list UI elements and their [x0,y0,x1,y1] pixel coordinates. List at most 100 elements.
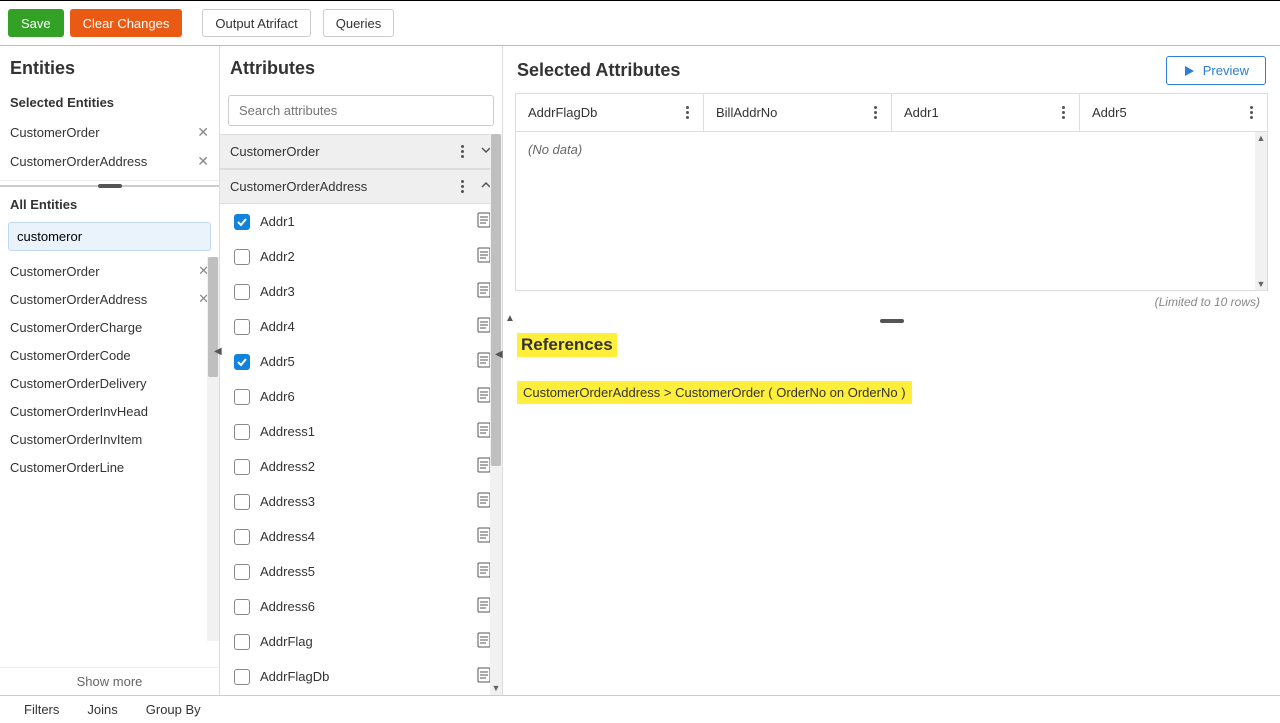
selected-entity-item[interactable]: CustomerOrderAddress ✕ [0,147,219,176]
group-label: CustomerOrder [230,144,320,159]
table-body: (No data) ▲ ▼ [516,132,1267,290]
attribute-row[interactable]: Addr3 [220,274,502,309]
checkbox[interactable] [234,529,250,545]
preview-label: Preview [1203,63,1249,78]
attribute-row[interactable]: Address2 [220,449,502,484]
checkbox[interactable] [234,424,250,440]
attribute-group-header[interactable]: CustomerOrderAddress [220,169,502,204]
tab-joins[interactable]: Joins [87,702,117,717]
attribute-row[interactable]: Addr6 [220,379,502,414]
checkbox[interactable] [234,214,250,230]
attribute-group-header[interactable]: CustomerOrder [220,134,502,169]
entities-scrollbar[interactable] [207,257,219,641]
list-item[interactable]: CustomerOrderInvItem✕ [0,425,219,453]
tab-filters[interactable]: Filters [24,702,59,717]
selected-attributes-title: Selected Attributes [517,60,680,81]
checkbox[interactable] [234,459,250,475]
selected-entities-title: Selected Entities [0,89,219,114]
play-icon [1183,65,1195,77]
table-scrollbar[interactable]: ▲ ▼ [1255,132,1267,290]
entity-label: CustomerOrderCharge [10,320,142,335]
list-item[interactable]: CustomerOrderCode✕ [0,341,219,369]
tab-group-by[interactable]: Group By [146,702,201,717]
entity-label: CustomerOrderDelivery [10,376,147,391]
kebab-icon[interactable] [459,143,466,160]
attribute-row[interactable]: Addr2 [220,239,502,274]
references-section: ◀ References CustomerOrderAddress > Cust… [503,327,1280,410]
scroll-down-icon[interactable]: ▼ [1255,278,1267,290]
attribute-label: Address5 [260,564,315,579]
selected-attributes-header: Selected Attributes Preview [503,46,1280,93]
remove-entity-icon[interactable]: ✕ [197,153,209,170]
right-panel: Selected Attributes Preview AddrFlagDb B… [503,46,1280,695]
entity-label: CustomerOrderInvItem [10,432,142,447]
attribute-label: Addr1 [260,214,295,229]
attribute-row[interactable]: Address1 [220,414,502,449]
selected-entity-item[interactable]: CustomerOrder ✕ [0,118,219,147]
kebab-icon[interactable] [459,178,466,195]
checkbox[interactable] [234,599,250,615]
entities-search-input[interactable] [8,222,211,251]
reference-item[interactable]: CustomerOrderAddress > CustomerOrder ( O… [517,381,912,404]
scroll-down-icon[interactable]: ▼ [490,681,502,695]
attributes-panel: ◀ Attributes CustomerOrder CustomerOrder… [220,46,503,695]
output-artifact-button[interactable]: Output Atrifact [202,9,310,37]
kebab-icon[interactable] [1060,104,1067,121]
checkbox[interactable] [234,564,250,580]
attribute-label: Addr6 [260,389,295,404]
attribute-row[interactable]: Addr1 [220,204,502,239]
column-header[interactable]: Addr5 [1080,94,1267,131]
list-item[interactable]: CustomerOrderLine✕ [0,453,219,481]
attribute-row[interactable]: Addr4 [220,309,502,344]
preview-button[interactable]: Preview [1166,56,1266,85]
show-more-button[interactable]: Show more [0,667,219,695]
list-item[interactable]: CustomerOrderAddress✕ [0,285,219,313]
attribute-label: AddrFlag [260,634,313,649]
remove-entity-icon[interactable]: ✕ [197,124,209,141]
checkbox[interactable] [234,669,250,685]
kebab-icon[interactable] [1248,104,1255,121]
checkbox[interactable] [234,249,250,265]
checkbox[interactable] [234,354,250,370]
column-header[interactable]: AddrFlagDb [516,94,704,131]
checkbox[interactable] [234,319,250,335]
attributes-scrollbar[interactable]: ▼ [490,134,502,695]
attributes-search-input[interactable] [228,95,494,126]
list-item[interactable]: CustomerOrderInvHead✕ [0,397,219,425]
attribute-row[interactable]: Address6 [220,589,502,624]
kebab-icon[interactable] [684,104,691,121]
entity-label: CustomerOrderAddress [10,292,147,307]
horizontal-splitter[interactable] [98,184,122,188]
all-entities-section: All Entities CustomerOrder✕ CustomerOrde… [0,185,219,695]
attribute-row[interactable]: Addr5 [220,344,502,379]
entity-label: CustomerOrder [10,264,100,279]
list-item[interactable]: CustomerOrderDelivery✕ [0,369,219,397]
attribute-label: Address2 [260,459,315,474]
column-header[interactable]: BillAddrNo [704,94,892,131]
collapse-left-icon[interactable]: ◀ [495,349,503,360]
save-button[interactable]: Save [8,9,64,37]
checkbox[interactable] [234,634,250,650]
column-header[interactable]: Addr1 [892,94,1080,131]
list-item[interactable]: CustomerOrderCharge✕ [0,313,219,341]
collapse-up-icon[interactable]: ▲ [505,313,515,324]
attribute-row[interactable]: AddrFlagDb [220,659,502,694]
attribute-row[interactable]: Address4 [220,519,502,554]
clear-changes-button[interactable]: Clear Changes [70,9,183,37]
attribute-label: Address6 [260,599,315,614]
queries-button[interactable]: Queries [323,9,395,37]
attribute-label: AddrFlagDb [260,669,329,684]
kebab-icon[interactable] [872,104,879,121]
checkbox[interactable] [234,389,250,405]
scroll-up-icon[interactable]: ▲ [1255,132,1267,144]
top-toolbar: Save Clear Changes Output Atrifact Queri… [0,0,1280,46]
attribute-label: Addr3 [260,284,295,299]
checkbox[interactable] [234,494,250,510]
checkbox[interactable] [234,284,250,300]
attribute-row[interactable]: Address5 [220,554,502,589]
attribute-row[interactable]: Address3 [220,484,502,519]
attribute-row[interactable]: AddrFlag [220,624,502,659]
horizontal-splitter[interactable]: ▲ [503,317,1280,325]
list-item[interactable]: CustomerOrder✕ [0,257,219,285]
attribute-label: Address1 [260,424,315,439]
